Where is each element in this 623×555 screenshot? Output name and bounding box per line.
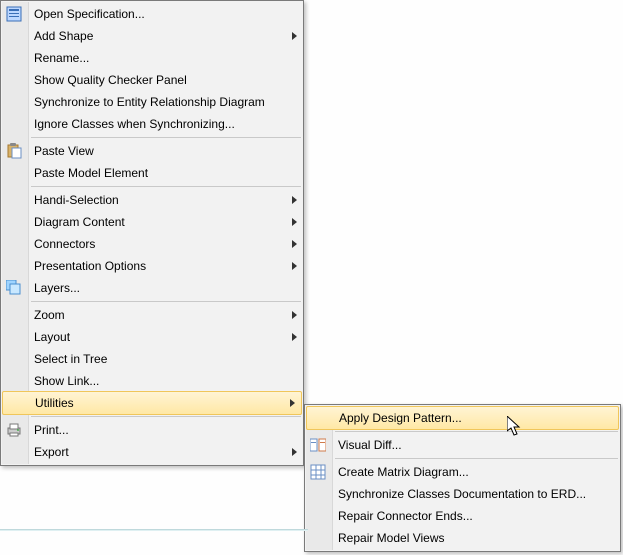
- menu-item-label: Print...: [34, 423, 69, 437]
- menu-item-layers[interactable]: Layers...: [1, 277, 303, 299]
- submenu-arrow-icon: [292, 240, 297, 248]
- diff-icon: [310, 437, 326, 453]
- print-icon: [6, 422, 22, 438]
- menu-item-label: Handi-Selection: [34, 193, 119, 207]
- menu-item-label: Show Link...: [34, 374, 99, 388]
- paste-icon: [6, 143, 22, 159]
- menu-item-paste-view[interactable]: Paste View: [1, 140, 303, 162]
- menu-separator: [335, 458, 618, 459]
- menu-item-label: Add Shape: [34, 29, 93, 43]
- menu-item-ignore-classes[interactable]: Ignore Classes when Synchronizing...: [1, 113, 303, 135]
- divider: [0, 529, 308, 531]
- menu-item-label: Visual Diff...: [338, 438, 402, 452]
- menu-item-label: Repair Model Views: [338, 531, 445, 545]
- menu-item-presentation-options[interactable]: Presentation Options: [1, 255, 303, 277]
- menu-item-diagram-content[interactable]: Diagram Content: [1, 211, 303, 233]
- submenu-arrow-icon: [292, 196, 297, 204]
- menu-item-handi-selection[interactable]: Handi-Selection: [1, 189, 303, 211]
- submenu-arrow-icon: [292, 448, 297, 456]
- menu-item-label: Paste View: [34, 144, 94, 158]
- layers-icon: [6, 280, 22, 296]
- menu-item-label: Create Matrix Diagram...: [338, 465, 469, 479]
- submenu-arrow-icon: [292, 32, 297, 40]
- menu-item-label: Select in Tree: [34, 352, 107, 366]
- menu-item-label: Layers...: [34, 281, 80, 295]
- menu-item-label: Synchronize to Entity Relationship Diagr…: [34, 95, 265, 109]
- menu-item-label: Export: [34, 445, 69, 459]
- menu-item-label: Apply Design Pattern...: [339, 411, 462, 425]
- menu-item-label: Connectors: [34, 237, 95, 251]
- menu-item-label: Zoom: [34, 308, 65, 322]
- menu-item-label: Ignore Classes when Synchronizing...: [34, 117, 235, 131]
- submenu-item-apply-design-pattern[interactable]: Apply Design Pattern...: [306, 406, 619, 430]
- submenu-arrow-icon: [292, 218, 297, 226]
- menu-item-layout[interactable]: Layout: [1, 326, 303, 348]
- menu-item-label: Utilities: [35, 396, 74, 410]
- menu-separator: [31, 186, 301, 187]
- menu-item-label: Diagram Content: [34, 215, 125, 229]
- context-menu[interactable]: Open Specification... Add Shape Rename..…: [0, 0, 304, 466]
- menu-item-open-specification[interactable]: Open Specification...: [1, 3, 303, 25]
- menu-item-add-shape[interactable]: Add Shape: [1, 25, 303, 47]
- menu-item-label: Open Specification...: [34, 7, 145, 21]
- menu-item-connectors[interactable]: Connectors: [1, 233, 303, 255]
- menu-item-label: Repair Connector Ends...: [338, 509, 473, 523]
- menu-item-select-in-tree[interactable]: Select in Tree: [1, 348, 303, 370]
- submenu-item-sync-classes-doc-erd[interactable]: Synchronize Classes Documentation to ERD…: [305, 483, 620, 505]
- menu-item-show-quality-checker[interactable]: Show Quality Checker Panel: [1, 69, 303, 91]
- menu-item-zoom[interactable]: Zoom: [1, 304, 303, 326]
- menu-separator: [31, 137, 301, 138]
- submenu-arrow-icon: [292, 262, 297, 270]
- matrix-icon: [310, 464, 326, 480]
- menu-item-label: Layout: [34, 330, 70, 344]
- menu-item-label: Presentation Options: [34, 259, 146, 273]
- menu-item-utilities[interactable]: Utilities: [2, 391, 302, 415]
- submenu-arrow-icon: [292, 333, 297, 341]
- menu-item-rename[interactable]: Rename...: [1, 47, 303, 69]
- submenu-item-create-matrix-diagram[interactable]: Create Matrix Diagram...: [305, 461, 620, 483]
- menu-separator: [335, 431, 618, 432]
- submenu-item-repair-model-views[interactable]: Repair Model Views: [305, 527, 620, 549]
- menu-item-label: Synchronize Classes Documentation to ERD…: [338, 487, 586, 501]
- menu-item-label: Paste Model Element: [34, 166, 148, 180]
- submenu-arrow-icon: [292, 311, 297, 319]
- menu-separator: [31, 301, 301, 302]
- menu-item-label: Show Quality Checker Panel: [34, 73, 187, 87]
- spec-icon: [6, 6, 22, 22]
- menu-item-paste-model-element[interactable]: Paste Model Element: [1, 162, 303, 184]
- menu-item-print[interactable]: Print...: [1, 419, 303, 441]
- menu-item-export[interactable]: Export: [1, 441, 303, 463]
- submenu-arrow-icon: [290, 399, 295, 407]
- submenu-item-visual-diff[interactable]: Visual Diff...: [305, 434, 620, 456]
- utilities-submenu[interactable]: Apply Design Pattern... Visual Diff... C…: [304, 404, 621, 552]
- menu-separator: [31, 416, 301, 417]
- menu-item-show-link[interactable]: Show Link...: [1, 370, 303, 392]
- submenu-item-repair-connector-ends[interactable]: Repair Connector Ends...: [305, 505, 620, 527]
- menu-item-synchronize-erd[interactable]: Synchronize to Entity Relationship Diagr…: [1, 91, 303, 113]
- menu-item-label: Rename...: [34, 51, 89, 65]
